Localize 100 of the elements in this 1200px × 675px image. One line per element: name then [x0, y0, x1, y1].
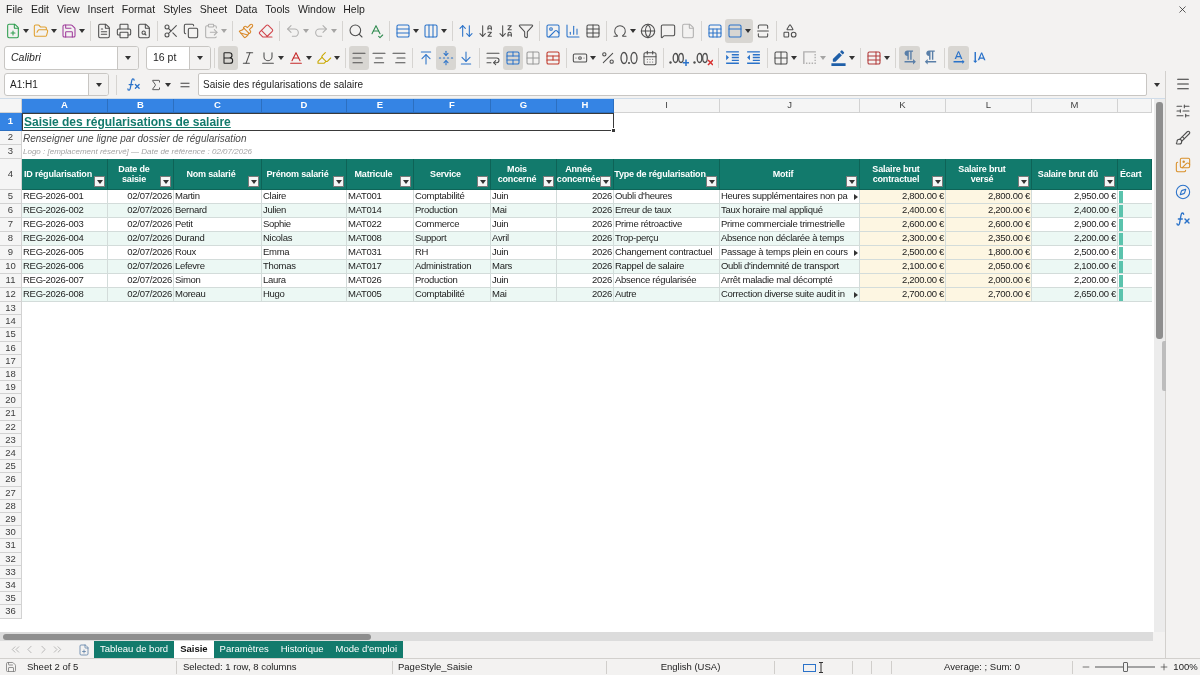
- row-header[interactable]: 4: [0, 159, 22, 190]
- row-header[interactable]: 3: [0, 145, 22, 159]
- selection-mode-button[interactable]: [802, 661, 825, 673]
- font-name-box[interactable]: Calibri: [4, 45, 139, 70]
- column-header[interactable]: G: [491, 99, 557, 113]
- left-to-right-button[interactable]: [899, 45, 920, 70]
- fill-handle[interactable]: [611, 128, 616, 133]
- zoom-in-button[interactable]: [1159, 662, 1169, 672]
- column-header[interactable]: L: [946, 99, 1032, 113]
- column-header[interactable]: M: [1032, 99, 1118, 113]
- row-header[interactable]: 5: [0, 190, 22, 204]
- dropdown-button[interactable]: [88, 74, 108, 95]
- filter-button[interactable]: [706, 176, 717, 187]
- save-icon[interactable]: [5, 661, 17, 673]
- row-header[interactable]: 14: [0, 315, 22, 329]
- menu-item[interactable]: Help: [339, 2, 369, 16]
- row-header[interactable]: 10: [0, 260, 22, 274]
- scrollbar-thumb[interactable]: [1156, 102, 1163, 339]
- filter-button[interactable]: [160, 176, 171, 187]
- menu-item[interactable]: Styles: [159, 2, 196, 16]
- sidebar-handle[interactable]: [1162, 341, 1166, 391]
- column-header[interactable]: C: [174, 99, 262, 113]
- close-button[interactable]: [1177, 3, 1188, 15]
- column-header[interactable]: J: [720, 99, 860, 113]
- row-header[interactable]: 20: [0, 394, 22, 408]
- filter-button[interactable]: [94, 176, 105, 187]
- row-header[interactable]: 2: [0, 131, 22, 145]
- row-header[interactable]: 15: [0, 328, 22, 342]
- column-header[interactable]: A: [22, 99, 108, 113]
- row-header[interactable]: 11: [0, 274, 22, 288]
- row-header[interactable]: 7: [0, 218, 22, 232]
- menu-item[interactable]: Tools: [261, 2, 294, 16]
- menu-item[interactable]: Sheet: [195, 2, 232, 16]
- scrollbar-thumb[interactable]: [3, 633, 371, 640]
- filter-button[interactable]: [932, 176, 943, 187]
- merge-center-button[interactable]: [503, 45, 523, 70]
- row-header[interactable]: 1: [0, 113, 22, 131]
- menu-item[interactable]: Data: [231, 2, 262, 16]
- row-header[interactable]: 36: [0, 605, 22, 619]
- row-header[interactable]: 29: [0, 513, 22, 527]
- dropdown-button[interactable]: [189, 46, 210, 69]
- menu-item[interactable]: File: [2, 2, 27, 16]
- menu-item[interactable]: View: [53, 2, 84, 16]
- text-horizontal-button[interactable]: [948, 45, 969, 70]
- dropdown-button[interactable]: [117, 46, 138, 69]
- row-header[interactable]: 19: [0, 381, 22, 395]
- menu-item[interactable]: Window: [293, 2, 340, 16]
- row-header[interactable]: 9: [0, 246, 22, 260]
- row-header[interactable]: 25: [0, 460, 22, 474]
- font-size-box[interactable]: 16 pt: [146, 45, 211, 70]
- styles-button[interactable]: [1175, 130, 1191, 146]
- menu-item[interactable]: Insert: [83, 2, 118, 16]
- filter-button[interactable]: [400, 176, 411, 187]
- filter-button[interactable]: [1018, 176, 1029, 187]
- filter-button[interactable]: [477, 176, 488, 187]
- column-header[interactable]: F: [414, 99, 491, 113]
- zoom-slider-thumb[interactable]: [1122, 662, 1128, 672]
- filter-button[interactable]: [543, 176, 554, 187]
- sheet-tab[interactable]: Mode d'emploi: [329, 641, 403, 658]
- row-header[interactable]: 6: [0, 204, 22, 218]
- row-header[interactable]: 35: [0, 592, 22, 606]
- filter-button[interactable]: [333, 176, 344, 187]
- formula-input[interactable]: Saisie des régularisations de salaire: [198, 73, 1147, 96]
- column-header[interactable]: I: [614, 99, 720, 113]
- menu-item[interactable]: Format: [117, 2, 160, 16]
- column-header[interactable]: K: [860, 99, 946, 113]
- merged-cell[interactable]: Saisie des régularisations de salaire: [22, 113, 614, 131]
- row-header[interactable]: 8: [0, 232, 22, 246]
- navigator-button[interactable]: [1175, 184, 1191, 200]
- align-left-button[interactable]: [349, 45, 369, 70]
- freeze-button[interactable]: [725, 19, 753, 43]
- filter-button[interactable]: [600, 176, 611, 187]
- filter-button[interactable]: [1104, 176, 1115, 187]
- vertical-scrollbar[interactable]: [1154, 99, 1165, 632]
- center-vertically-button[interactable]: [436, 45, 456, 70]
- name-box[interactable]: A1:H1: [4, 73, 109, 96]
- column-header[interactable]: B: [108, 99, 174, 113]
- column-header[interactable]: D: [262, 99, 347, 113]
- row-header[interactable]: 31: [0, 539, 22, 553]
- gallery-button[interactable]: [1175, 157, 1191, 173]
- add-sheet-button[interactable]: [78, 641, 90, 658]
- sheet-tab[interactable]: Paramètres: [213, 641, 275, 658]
- column-header[interactable]: E: [347, 99, 414, 113]
- row-header[interactable]: 30: [0, 526, 22, 540]
- sheet-tab[interactable]: Historique: [274, 641, 330, 658]
- filter-button[interactable]: [248, 176, 259, 187]
- row-header[interactable]: 13: [0, 302, 22, 316]
- horizontal-scrollbar[interactable]: [0, 632, 1153, 641]
- menu-item[interactable]: Edit: [26, 2, 53, 16]
- properties-button[interactable]: [1175, 103, 1191, 119]
- bold-button[interactable]: [218, 45, 238, 70]
- functions-button[interactable]: [1175, 211, 1191, 227]
- sheet-tab[interactable]: Saisie: [174, 641, 214, 658]
- sidebar-menu-button[interactable]: [1175, 76, 1191, 92]
- filter-button[interactable]: [846, 176, 857, 187]
- row-header[interactable]: 12: [0, 288, 22, 302]
- row-header[interactable]: 26: [0, 473, 22, 487]
- sheet-tab[interactable]: Tableau de bord: [94, 641, 175, 658]
- column-header[interactable]: H: [557, 99, 614, 113]
- row-header[interactable]: 24: [0, 447, 22, 461]
